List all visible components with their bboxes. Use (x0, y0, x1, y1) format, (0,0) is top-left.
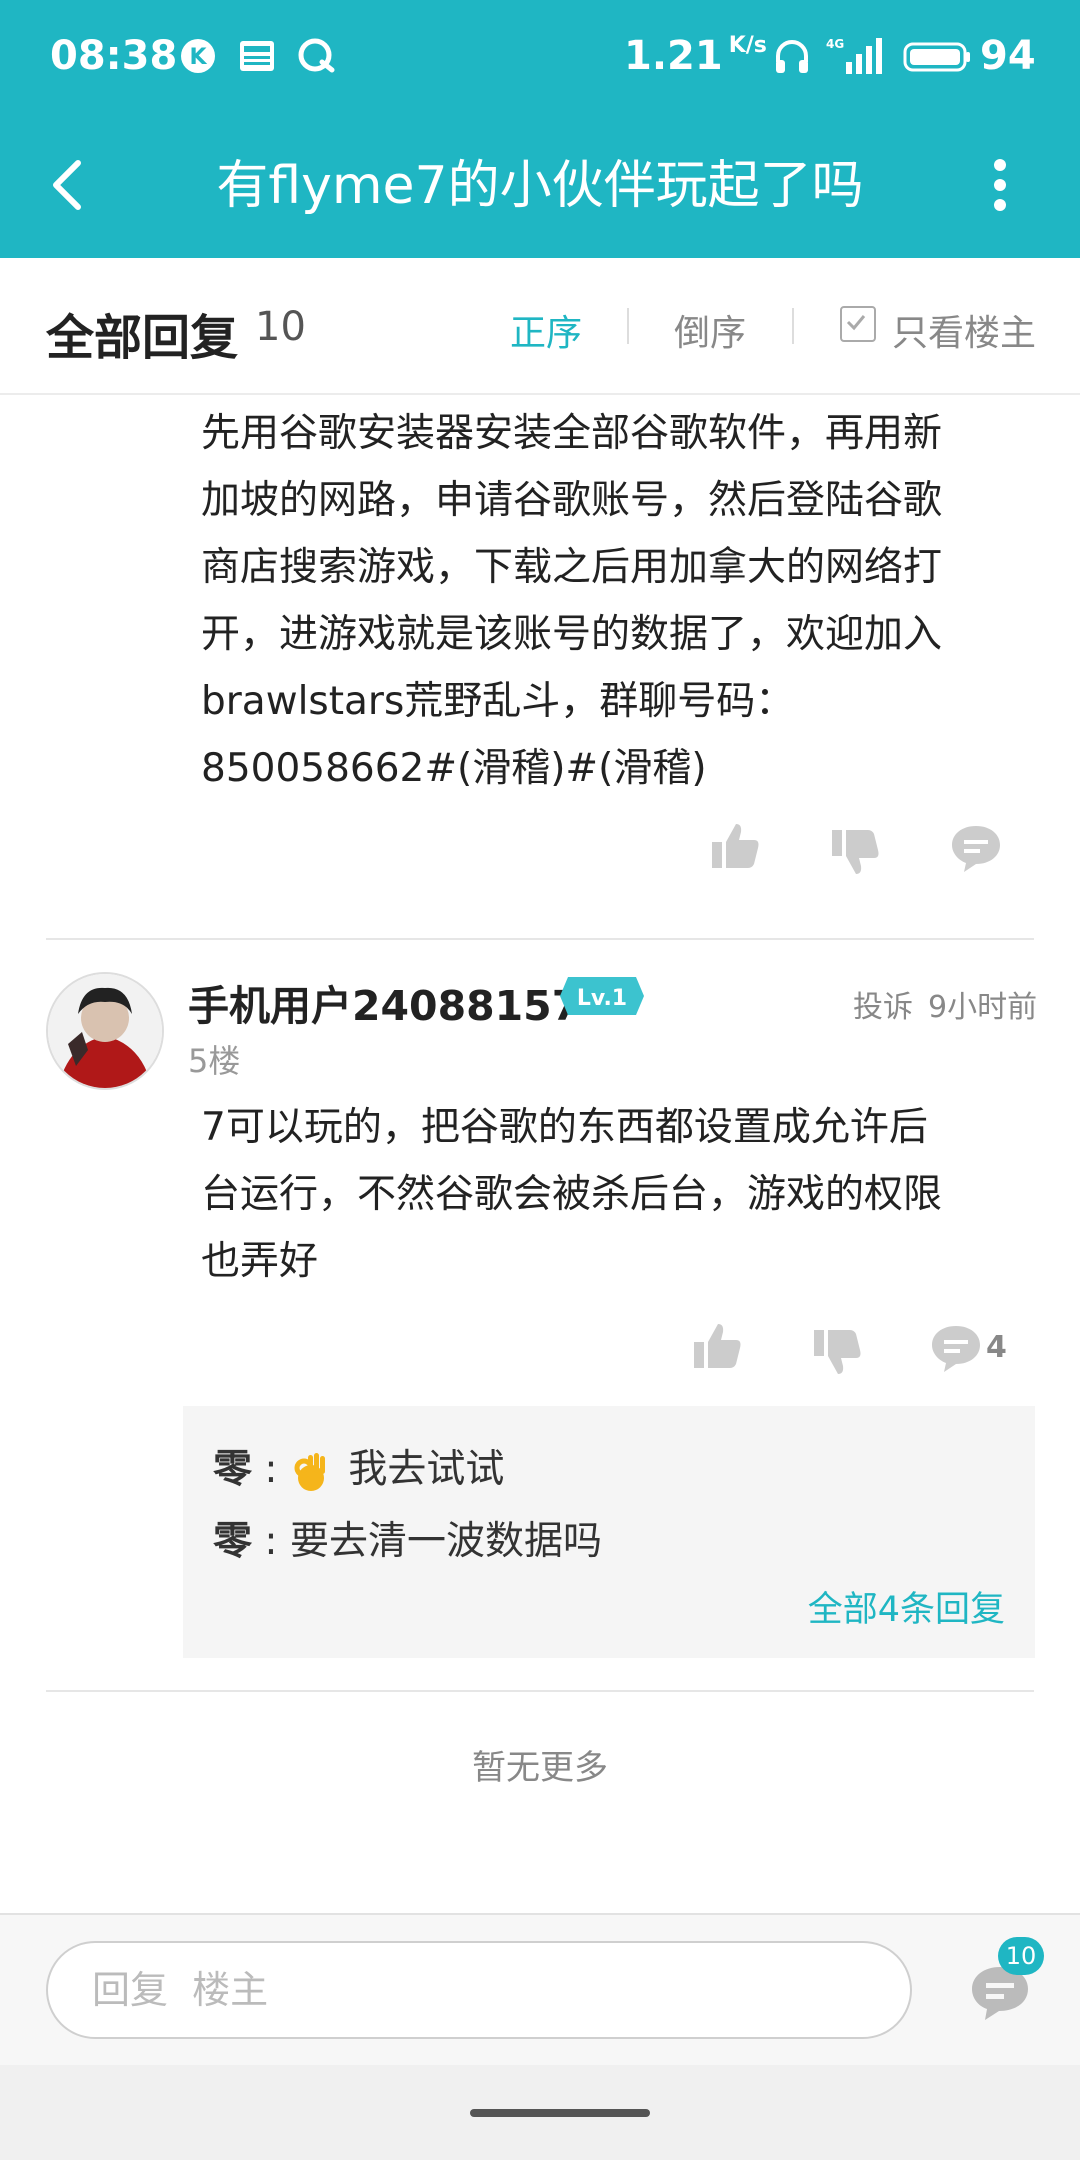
text-line: 也弄好 (201, 1239, 319, 1284)
comment-button[interactable] (928, 1320, 984, 1376)
battery-icon (903, 42, 970, 72)
svg-text:K: K (189, 45, 207, 70)
q-app-icon (298, 38, 335, 73)
view-all-replies-link[interactable]: 全部4条回复 (808, 1581, 1005, 1632)
reply-separator: : (264, 1447, 278, 1492)
previous-post-body: 先用谷歌安装器安装全部谷歌软件，再用新 加坡的网路，申请谷歌账号，然后登陆谷歌 … (201, 400, 1021, 802)
headphones-icon (776, 40, 808, 73)
like-button[interactable] (690, 1318, 746, 1374)
post-body: 7可以玩的，把谷歌的东西都设置成允许后 台运行，不然谷歌会被杀后台，游戏的权限 … (201, 1094, 1021, 1295)
post-divider (46, 938, 1034, 940)
sub-replies: 零 : 我去试试 零 : 要去清一波数据吗 全部4条回复 (183, 1406, 1035, 1658)
text-line: brawlstars荒野乱斗，群聊号码： (201, 679, 795, 724)
comment-count: 4 (986, 1330, 1007, 1365)
level-badge: Lv.1 (560, 977, 644, 1015)
reply-item[interactable]: 零 : 要去清一波数据吗 (213, 1510, 602, 1566)
owner-only-checkbox[interactable] (840, 306, 876, 342)
reply-item[interactable]: 零 : 我去试试 (213, 1438, 504, 1494)
reply-bar: 10 (0, 1913, 1080, 2067)
page-title: 有flyme7的小伙伴玩起了吗 (216, 156, 864, 216)
sort-divider (627, 308, 629, 344)
text-line: 7可以玩的，把谷歌的东西都设置成允许后 (201, 1105, 928, 1150)
avatar-image (48, 974, 162, 1088)
battery-level: 94 (980, 33, 1036, 79)
all-replies-label: 全部回复 (46, 310, 239, 366)
system-nav-bar (0, 2065, 1080, 2160)
username[interactable]: 手机用户24088157 (188, 972, 580, 1032)
reply-author: 零 (213, 1519, 253, 1564)
dislike-button[interactable] (810, 1324, 866, 1380)
reply-text: 要去清一波数据吗 (289, 1519, 602, 1564)
status-time: 08:38 (50, 33, 178, 79)
text-line: 开，进游戏就是该账号的数据了，欢迎加入 (201, 612, 943, 657)
title-bar: 有flyme7的小伙伴玩起了吗 (0, 115, 1080, 258)
text-line: 台运行，不然谷歌会被杀后台，游戏的权限 (201, 1172, 943, 1217)
reply-sort-bar: 全部回复 10 正序 倒序 只看楼主 (0, 258, 1080, 395)
network-speed: 1.21 K/s (624, 33, 767, 79)
speed-unit: K/s (728, 33, 767, 58)
text-line: 商店搜索游戏，下载之后用加拿大的网络打 (201, 545, 943, 590)
like-button[interactable] (708, 818, 764, 874)
news-icon (240, 41, 274, 71)
4g-signal-icon: 4G (826, 37, 882, 74)
no-more-text: 暂无更多 (472, 1748, 608, 1788)
sort-divider (792, 308, 794, 344)
checkmark-icon (846, 315, 866, 331)
reply-count: 10 (255, 304, 306, 350)
floor-number: 5楼 (188, 1042, 241, 1080)
owner-only-label[interactable]: 只看楼主 (892, 304, 1036, 356)
sort-descending-button[interactable]: 倒序 (674, 304, 746, 356)
reply-input[interactable] (46, 1941, 912, 2039)
status-bar: 08:38 K 1.21 K/s 4G 94 (0, 0, 1080, 115)
avatar[interactable] (46, 972, 164, 1090)
reply-separator: : (264, 1519, 278, 1564)
post-divider (46, 1690, 1034, 1692)
reply-author: 零 (213, 1447, 253, 1492)
post-time: 9小时前 (928, 990, 1038, 1025)
svg-text:4G: 4G (826, 37, 844, 51)
sort-ascending-button[interactable]: 正序 (510, 304, 582, 356)
level-text: Lv.1 (577, 986, 627, 1011)
comment-button[interactable] (948, 820, 1004, 876)
dislike-button[interactable] (828, 824, 884, 880)
back-button[interactable] (40, 145, 100, 225)
ok-hand-emoji (294, 1452, 325, 1491)
report-button[interactable]: 投诉 (853, 982, 913, 1026)
more-options-button[interactable] (975, 145, 1025, 225)
text-line: 加坡的网路，申请谷歌账号，然后登陆谷歌 (201, 478, 943, 523)
comment-count-badge: 10 (998, 1937, 1044, 1975)
k-app-icon: K (181, 39, 215, 73)
reply-text: 我去试试 (348, 1447, 505, 1492)
text-line: 850058662#(滑稽)#(滑稽) (201, 746, 707, 791)
top-bar: 08:38 K 1.21 K/s 4G 94 有flyme7的小伙伴玩起了吗 (0, 0, 1080, 258)
text-line: 先用谷歌安装器安装全部谷歌软件，再用新 (201, 411, 943, 456)
home-indicator[interactable] (470, 2109, 650, 2117)
